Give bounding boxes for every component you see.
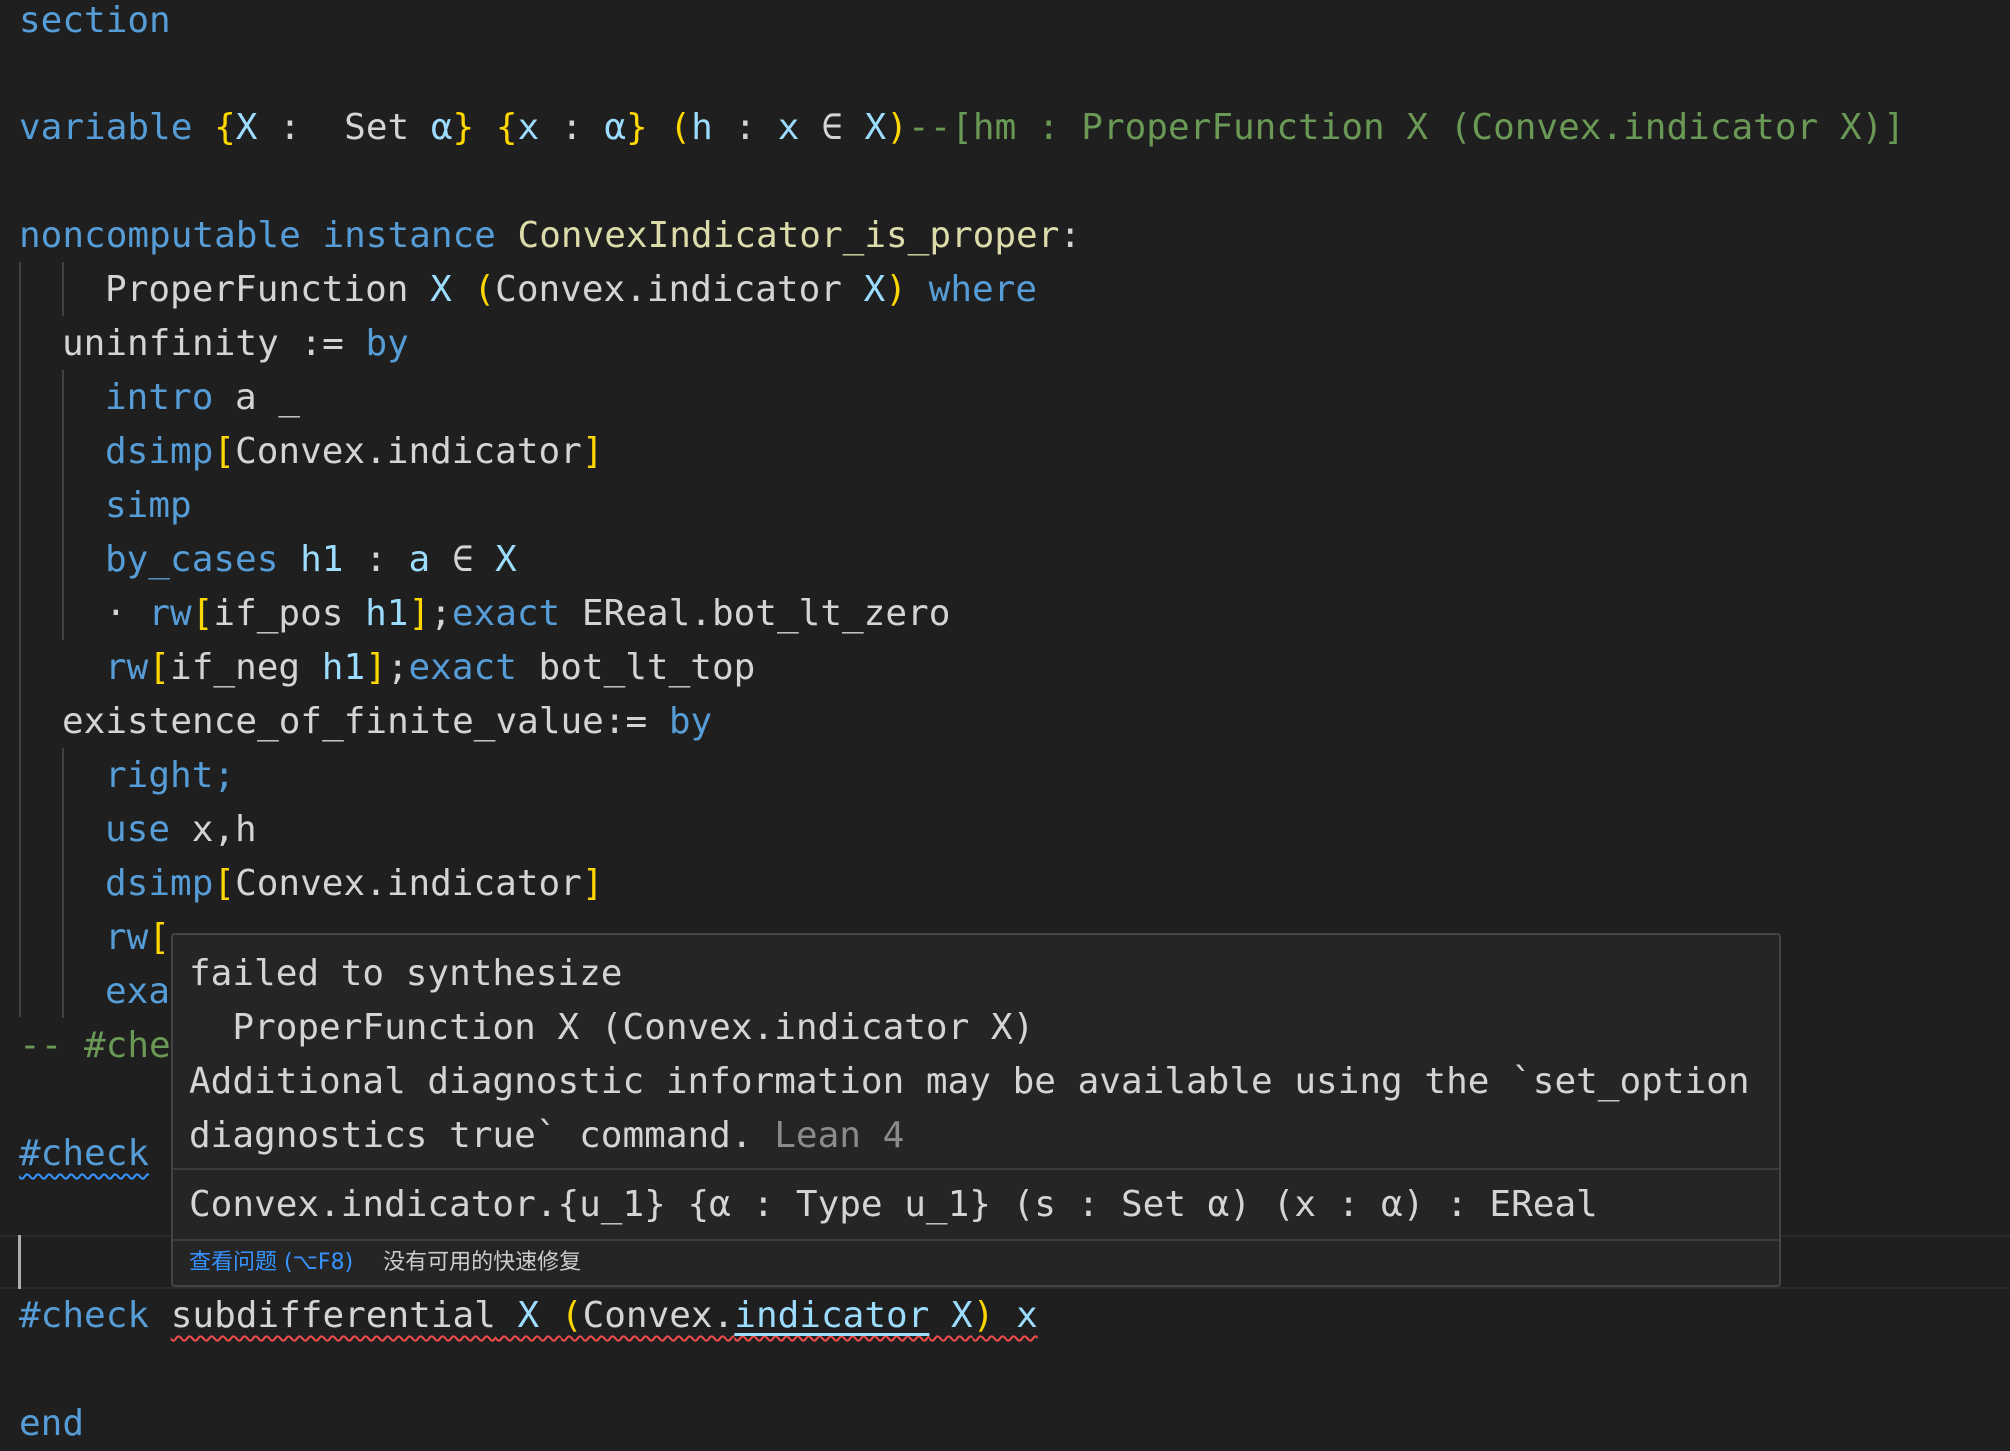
code-line-dsimp: dsimp[Convex.indicator] bbox=[105, 431, 604, 472]
code-line-variable: variable {X : Set α} {x : α} (h : x ∈ X)… bbox=[19, 107, 1905, 148]
indent-guide bbox=[19, 262, 21, 1017]
code-line-uninfinity: uninfinity := by bbox=[62, 323, 409, 364]
text-cursor bbox=[18, 1235, 21, 1289]
code-line-existence: existence_of_finite_value:= by bbox=[62, 701, 713, 742]
indent-guide bbox=[62, 370, 64, 640]
code-editor[interactable]: section variable {X : Set α} {x : α} (h … bbox=[0, 0, 2010, 1444]
code-line-1: section bbox=[19, 0, 171, 41]
no-quick-fix-label: 没有可用的快速修复 bbox=[383, 1250, 582, 1275]
code-line-dsimp-2: dsimp[Convex.indicator] bbox=[105, 863, 604, 904]
view-problem-link[interactable]: 查看问题 (⌥F8) bbox=[189, 1250, 353, 1275]
code-line-rw-partial: rw[ bbox=[105, 917, 171, 958]
code-line-check-subdifferential[interactable]: #check subdifferential X (Convex.indicat… bbox=[19, 1289, 1038, 1343]
code-line-use: use x,h bbox=[105, 809, 257, 850]
code-line-intro: intro a _ bbox=[105, 377, 301, 418]
code-line-simp: simp bbox=[105, 485, 192, 526]
indent-guide bbox=[62, 262, 64, 316]
info-squiggle[interactable]: #check bbox=[19, 1133, 149, 1174]
type-signature: Convex.indicator.{u_1} {α : Type u_1} (s… bbox=[189, 1184, 1598, 1225]
code-line-pos-case: · rw[if_pos h1];exact EReal.bot_lt_zero bbox=[105, 593, 951, 634]
code-line-check-1[interactable]: #check bbox=[19, 1127, 149, 1181]
diagnostic-source: Lean 4 bbox=[774, 1115, 905, 1156]
code-line-right: right; bbox=[105, 755, 236, 796]
code-line-comment-check: -- #che bbox=[19, 1025, 171, 1066]
code-line-end: end bbox=[19, 1403, 85, 1444]
hovered-symbol[interactable]: indicator bbox=[734, 1295, 929, 1336]
hover-status-bar: 查看问题 (⌥F8) 没有可用的快速修复 bbox=[189, 1241, 581, 1285]
code-line-exact-partial: exa bbox=[105, 971, 171, 1012]
code-line-instance: noncomputable instance ConvexIndicator_i… bbox=[19, 215, 1082, 256]
hover-divider bbox=[173, 1168, 1779, 1170]
code-line-neg-case: rw[if_neg h1];exact bot_lt_top bbox=[105, 647, 756, 688]
code-line-type: ProperFunction X (Convex.indicator X) wh… bbox=[105, 269, 1038, 310]
diagnostic-message: failed to synthesize ProperFunction X (C… bbox=[189, 953, 1750, 1156]
indent-guide bbox=[62, 748, 64, 1018]
error-squiggle[interactable]: subdifferential X (Convex.indicator X) x bbox=[171, 1295, 1038, 1336]
hover-tooltip[interactable]: failed to synthesize ProperFunction X (C… bbox=[171, 933, 1781, 1287]
code-line-by-cases: by_cases h1 : a ∈ X bbox=[105, 539, 517, 580]
